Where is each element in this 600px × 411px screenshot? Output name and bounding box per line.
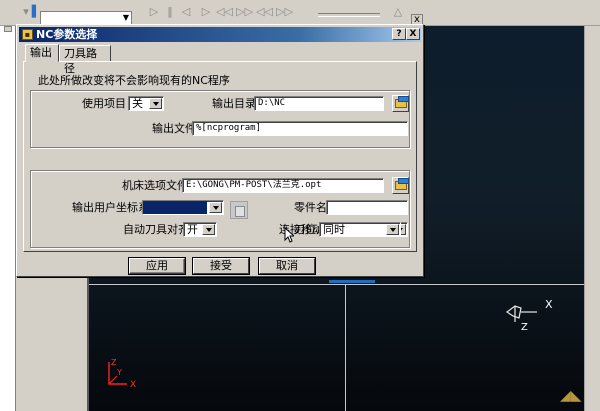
browse-output-dir-button[interactable]	[392, 95, 409, 112]
chevron-down-icon: ▼	[122, 13, 129, 22]
chevron-down-icon[interactable]	[209, 202, 222, 213]
step-back-icon[interactable]: ◁	[178, 4, 194, 20]
play-icon[interactable]: ▷	[146, 4, 162, 20]
accept-button[interactable]: 接受	[193, 258, 249, 274]
browse-machine-option-button[interactable]	[392, 177, 409, 194]
output-file-label: 输出文件	[152, 122, 196, 135]
use-item-select[interactable]: 关	[128, 96, 164, 111]
selection-highlight	[329, 280, 375, 283]
tab-toolpath[interactable]: 刀具路径	[59, 45, 111, 75]
machine-option-field[interactable]: E:\GONG\PM-POST\法兰克.opt	[182, 178, 384, 193]
nc-parameters-dialog: ▪ NC参数选择 ? X 输出 刀具路径 此处所做改变将不会影响现有的NC程序 …	[16, 24, 424, 277]
small-x-label: X	[130, 380, 136, 390]
explorer-panel[interactable]	[0, 26, 16, 411]
fast-forward-icon[interactable]: ▷▷	[236, 4, 253, 20]
apply-button[interactable]: 应用	[129, 258, 185, 274]
triangle-icon[interactable]: △	[390, 4, 406, 20]
output-file-field[interactable]: %[ncprogram]	[192, 121, 408, 136]
toolbar-combo[interactable]: ▼	[40, 11, 132, 25]
app-icon: ▪	[22, 29, 33, 40]
user-cs-label: 输出用户坐标系	[72, 201, 149, 214]
output-dir-label: 输出目录	[212, 97, 256, 110]
chevron-down-icon[interactable]	[149, 98, 162, 109]
link-move-value: 同时	[323, 223, 345, 236]
user-cs-value	[143, 201, 207, 214]
coordinate-system-icon[interactable]	[230, 201, 248, 219]
cancel-button[interactable]: 取消	[259, 258, 315, 274]
ucs-triad-icon: X Z	[505, 298, 553, 333]
use-item-value: 关	[132, 97, 143, 110]
use-item-label: 使用项目	[82, 97, 126, 110]
auto-tool-align-label: 自动刀具对齐	[123, 223, 189, 236]
user-cs-select[interactable]	[142, 200, 224, 215]
small-y-label: Y	[116, 368, 122, 377]
app-toolbar: ▾ ▌ ▼ ▷ ‖ ◁ ▷ ◁◁ ▷▷ ◁◁ ▷▷ △ x	[0, 0, 600, 26]
pause-icon[interactable]: ‖	[162, 4, 178, 20]
chevron-down-icon[interactable]	[386, 224, 399, 235]
mouse-cursor-icon	[284, 227, 294, 243]
auto-tool-align-value: 开	[187, 223, 198, 236]
info-note: 此处所做改变将不会影响现有的NC程序	[38, 74, 230, 87]
output-dir-field[interactable]: D:\NC	[254, 96, 384, 111]
tab-output[interactable]: 输出	[25, 44, 59, 62]
triad-x-label: X	[545, 298, 553, 311]
dialog-title: NC参数选择	[36, 28, 98, 41]
help-button[interactable]: ?	[392, 28, 406, 40]
link-move-select[interactable]: 同时	[319, 222, 401, 237]
machine-option-label: 机床选项文件	[122, 179, 188, 192]
go-end-icon[interactable]: ▷▷	[276, 4, 293, 20]
viewport-divider-vertical	[345, 284, 346, 411]
auto-tool-align-select[interactable]: 开	[183, 222, 217, 237]
small-z-label: Z	[111, 358, 117, 367]
triad-z-label: Z	[521, 322, 528, 333]
go-start-icon[interactable]: ◁◁	[256, 4, 273, 20]
axis-triad-icon: Z Y X	[108, 358, 136, 390]
part-name-label: 零件名	[294, 201, 327, 214]
rewind-icon[interactable]: ◁◁	[216, 4, 233, 20]
dialog-title-bar[interactable]: ▪ NC参数选择 ? X	[19, 27, 421, 42]
right-toolbar	[584, 26, 600, 411]
close-button[interactable]: X	[406, 28, 420, 40]
part-name-field[interactable]	[326, 200, 408, 215]
watermark-logo-icon: ◢◣	[560, 388, 582, 404]
folder-open-icon	[395, 178, 409, 190]
chevron-down-icon[interactable]	[202, 224, 215, 235]
tree-expander[interactable]	[4, 26, 12, 32]
folder-open-icon	[395, 96, 409, 108]
step-forward-icon[interactable]: ▷	[198, 4, 214, 20]
speed-slider[interactable]	[318, 13, 380, 17]
